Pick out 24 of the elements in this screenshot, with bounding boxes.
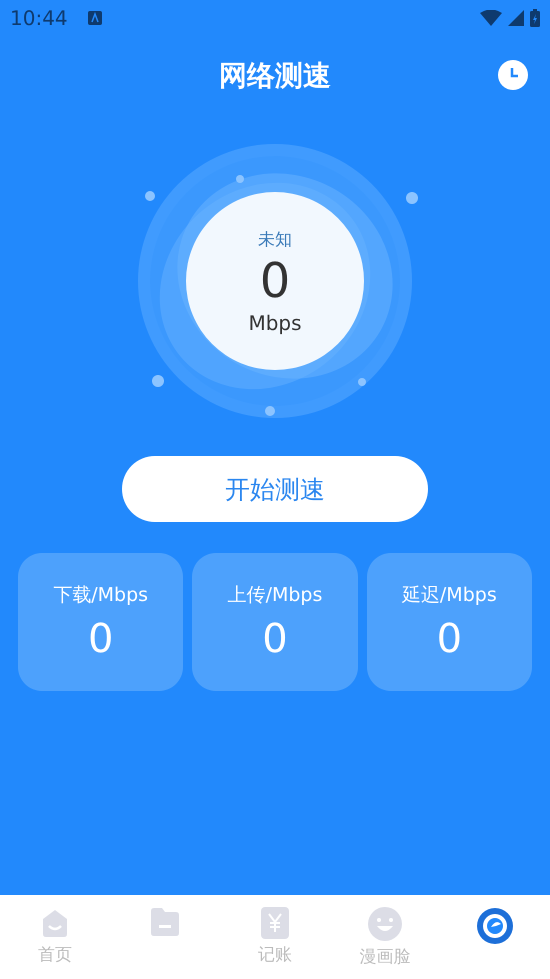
signal-icon <box>508 10 524 26</box>
nav-tab[interactable]: 记账 <box>220 895 330 979</box>
history-clock-icon[interactable] <box>498 60 528 90</box>
stat-value: 0 <box>436 616 462 662</box>
speed-value: 0 <box>260 252 290 308</box>
stat-value: 0 <box>88 616 114 662</box>
stat-label: 上传/Mbps <box>228 583 322 608</box>
status-time: 10:44 <box>10 6 68 30</box>
speed-status: 未知 <box>258 228 292 250</box>
nav-tab[interactable]: 首页 <box>0 895 110 979</box>
stat-label: 延迟/Mbps <box>402 583 497 608</box>
speed-unit: Mbps <box>248 310 302 334</box>
stat-label: 下载/Mbps <box>53 583 148 608</box>
nav-tab[interactable]: 漫画脸 <box>330 895 440 979</box>
keyboard-icon <box>88 11 102 25</box>
yen-icon <box>261 907 289 939</box>
folder-icon <box>149 907 181 937</box>
battery-icon <box>530 9 540 27</box>
page-title: 网络测速 <box>219 58 331 94</box>
start-test-button[interactable]: 开始测速 <box>122 456 428 522</box>
swirl-icon <box>476 907 514 945</box>
smiley-icon <box>368 907 402 941</box>
stat-value: 0 <box>262 616 288 662</box>
wifi-icon <box>480 10 502 26</box>
